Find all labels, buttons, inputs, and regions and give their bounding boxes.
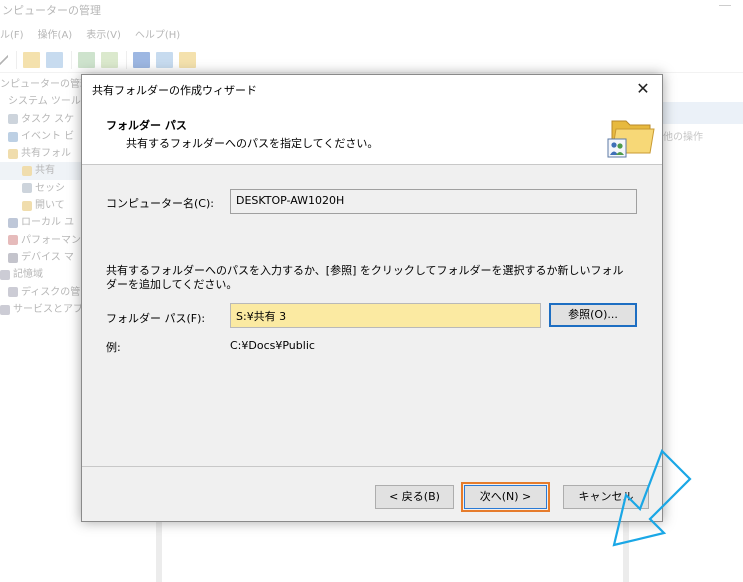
bg-menubar: ル(F) 操作(A) 表示(V) ヘルプ(H) [0, 26, 180, 44]
bg-actions-other[interactable]: 他の操作 [663, 128, 703, 143]
tree-item[interactable]: ンピューターの管理 [0, 76, 90, 93]
share-folder-icon[interactable] [179, 51, 196, 68]
example-label: 例: [106, 341, 121, 354]
wizard-step-subtitle: 共有するフォルダーへのパスを指定してください。 [126, 137, 379, 150]
services-icon [0, 304, 10, 315]
folder-path-input[interactable] [230, 303, 541, 328]
storage-icon [0, 269, 10, 280]
forward-icon[interactable] [0, 51, 8, 68]
event-log-icon [8, 131, 18, 142]
tree-item[interactable]: セッシ [0, 180, 90, 197]
cancel-button[interactable]: キャンセル [563, 485, 649, 509]
menu-help[interactable]: ヘルプ(H) [135, 26, 180, 44]
create-shared-folder-wizard: 共有フォルダーの作成ウィザード ✕ フォルダー パス 共有するフォルダーへのパス… [81, 74, 692, 547]
tree-item[interactable]: ローカル ユ [0, 214, 90, 231]
session-icon [22, 183, 32, 194]
menu-file[interactable]: ル(F) [0, 26, 24, 44]
bg-window-title: ンピューターの管理 [2, 4, 101, 17]
wizard-step-title: フォルダー パス [106, 119, 187, 132]
bg-actions-header [663, 102, 743, 124]
tree-item[interactable]: 記憶域 [0, 266, 90, 283]
export-icon[interactable] [78, 51, 95, 68]
folder-icon [22, 166, 32, 177]
menu-action[interactable]: 操作(A) [38, 26, 73, 44]
browse-button[interactable]: 参照(O)... [549, 303, 637, 327]
device-icon [8, 252, 18, 263]
bg-navigation-tree: ンピューターの管理 システム ツール タスク スケ イベント ビ 共有フォル 共… [0, 76, 90, 318]
wizard-header: フォルダー パス 共有するフォルダーへのパスを指定してください。 [82, 105, 662, 165]
show-tree-icon[interactable] [46, 51, 63, 68]
example-value: C:¥Docs¥Public [230, 339, 315, 352]
tree-item[interactable]: サービスとアプ [0, 301, 90, 318]
dialog-titlebar: 共有フォルダーの作成ウィザード ✕ [82, 75, 662, 105]
tree-item[interactable]: システム ツール [0, 93, 90, 110]
back-button[interactable]: < 戻る(B) [375, 485, 454, 509]
folder-up-icon[interactable] [23, 51, 40, 68]
computer-name-field: DESKTOP-AW1020H [230, 189, 637, 214]
performance-icon [8, 235, 18, 246]
toolbar-separator [71, 50, 72, 69]
folder-path-label: フォルダー パス(F): [106, 312, 206, 325]
shared-folder-icon [8, 148, 18, 159]
footer-divider [82, 466, 662, 467]
bg-column-divider [156, 520, 162, 582]
disk-icon [8, 287, 18, 298]
bg-column-divider [623, 520, 629, 582]
users-icon [8, 218, 18, 229]
tree-item[interactable]: 共有フォル [0, 145, 90, 162]
dialog-title: 共有フォルダーの作成ウィザード [92, 84, 257, 97]
next-button[interactable]: 次へ(N) > [464, 485, 547, 509]
menu-view[interactable]: 表示(V) [86, 26, 121, 44]
tree-item[interactable]: タスク スケ [0, 111, 90, 128]
tree-item[interactable]: ディスクの管 [0, 284, 90, 301]
toolbar-separator [16, 50, 17, 69]
help-icon[interactable] [133, 51, 150, 68]
tree-item[interactable]: 共有 [0, 162, 90, 180]
computer-name-label: コンピューター名(C): [106, 197, 214, 210]
tree-item[interactable]: パフォーマン [0, 232, 90, 249]
bg-toolbar [0, 47, 743, 73]
open-file-icon [22, 200, 32, 211]
instruction-text: 共有するフォルダーへのパスを入力するか、[参照] をクリックしてフォルダーを選択… [106, 264, 624, 291]
properties-icon[interactable] [156, 51, 173, 68]
clock-icon [8, 114, 18, 125]
tree-item[interactable]: 開いて [0, 197, 90, 214]
refresh-icon[interactable] [101, 51, 118, 68]
tree-item[interactable]: イベント ビ [0, 128, 90, 145]
toolbar-separator [126, 50, 127, 69]
tree-item[interactable]: デバイス マ [0, 249, 90, 266]
shared-folder-icon [607, 120, 655, 158]
close-icon[interactable]: ✕ [634, 80, 652, 98]
minimize-icon[interactable] [719, 5, 731, 6]
